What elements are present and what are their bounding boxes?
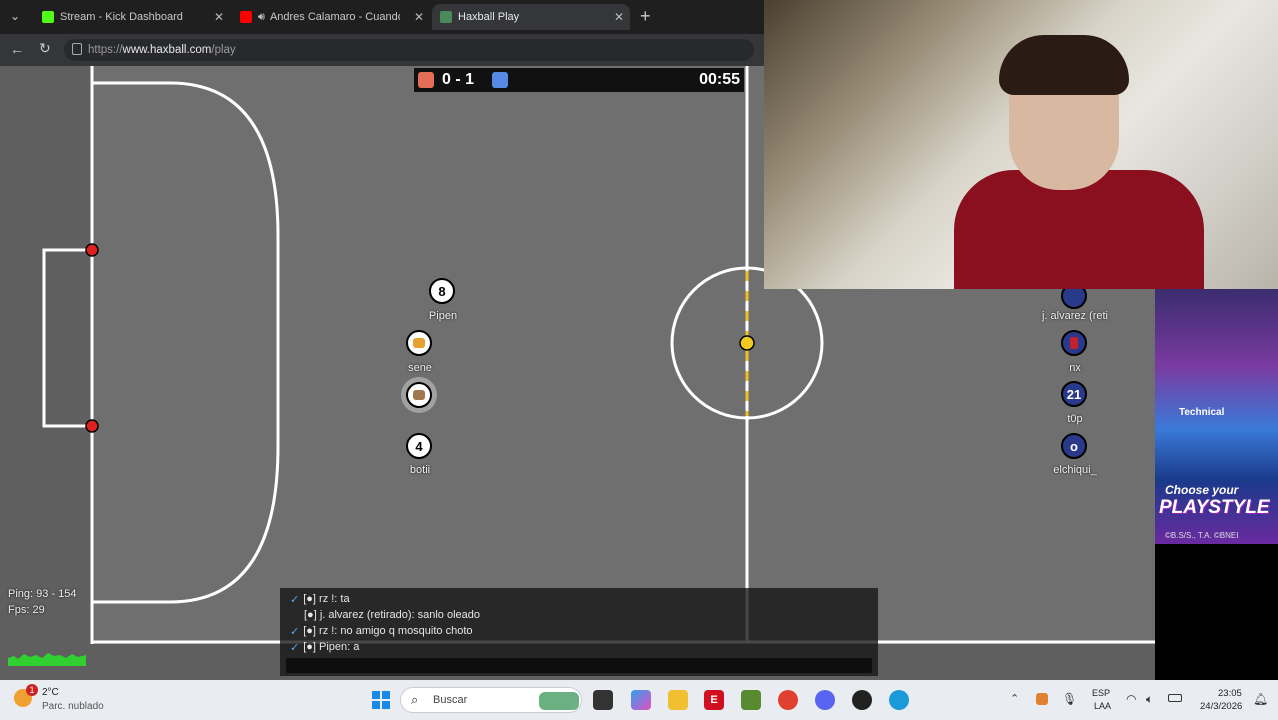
emoji-avatar-icon	[413, 338, 425, 348]
chat-message: ✓ [●] rz !: no amigo q mosquito choto	[290, 625, 473, 638]
player-name: elchiqui_	[1053, 464, 1097, 476]
player-disc: 4	[406, 433, 432, 459]
task-view-icon[interactable]	[593, 690, 613, 710]
ad-headline-2: PLAYSTYLE	[1159, 497, 1270, 518]
ping-readout: Ping: 93 - 154	[8, 588, 77, 600]
youtube-icon	[240, 11, 252, 23]
volume-icon[interactable]: 🔈︎	[1146, 692, 1153, 707]
player-disc: 21	[1061, 381, 1087, 407]
check-icon: ✓	[290, 625, 300, 638]
player-disc: o	[1061, 433, 1087, 459]
fps-readout: Fps: 29	[8, 604, 45, 616]
kick-icon	[42, 11, 54, 23]
weather-badge: 1	[26, 684, 38, 696]
browser-tab-strip: ⌄ Stream - Kick Dashboard ✕ 🔊︎ Andres Ca…	[0, 0, 764, 34]
check-icon: ✓	[290, 641, 300, 654]
reload-icon[interactable]: ↻	[39, 40, 51, 57]
fps-graph	[8, 653, 86, 666]
tray-chevron-icon[interactable]: ⌃	[1010, 692, 1019, 705]
weather-temp[interactable]: 2°C	[42, 687, 59, 698]
windows-taskbar: 1 2°C Parc. nublado ⌕ Buscar E ⌃ 🎙︎ ESP …	[0, 680, 1278, 720]
chat-message: [●] j. alvarez (retirado): sanlo oleado	[304, 609, 481, 621]
player-name: Pipen	[428, 310, 458, 322]
tray-app-icon[interactable]	[1036, 693, 1048, 705]
url-path: /play	[211, 44, 236, 56]
close-icon[interactable]: ✕	[414, 10, 424, 24]
player-disc	[1061, 330, 1087, 356]
player-name: nx	[1069, 362, 1081, 374]
chat-panel: ✓ [●] rz !: ta [●] j. alvarez (retirado):…	[280, 588, 878, 676]
scoreboard: 0 - 1 00:55	[414, 68, 744, 92]
person-hair	[999, 35, 1129, 95]
url-prefix: https://	[88, 44, 123, 56]
chat-message: ✓ [●] rz !: ta	[290, 593, 350, 606]
weather-desc[interactable]: Parc. nublado	[42, 701, 104, 712]
clock-date[interactable]: 24/3/2026	[1200, 701, 1242, 712]
player-name: t0p	[1067, 413, 1083, 425]
close-icon[interactable]: ✕	[614, 10, 624, 24]
close-icon[interactable]: ✕	[214, 10, 224, 24]
ad-banner[interactable]: Technical Choose your PLAYSTYLE ©B.S/S.,…	[1155, 289, 1278, 544]
discord-icon[interactable]	[815, 690, 835, 710]
new-tab-icon[interactable]: +	[640, 6, 651, 27]
haxball-icon	[440, 11, 452, 23]
speaker-icon[interactable]: 🔊︎	[258, 11, 265, 24]
check-icon: ✓	[290, 593, 300, 606]
player-name: j. alvarez (reti	[1041, 310, 1109, 322]
url-field[interactable]: https://www.haxball.com/play	[64, 39, 754, 61]
chrome-icon[interactable]	[778, 690, 798, 710]
player-name: sene	[408, 362, 432, 374]
obs-icon[interactable]	[852, 690, 872, 710]
tab-label: Stream - Kick Dashboard	[60, 11, 183, 23]
battery-icon[interactable]	[1168, 694, 1182, 702]
microphone-icon[interactable]: 🎙︎	[1062, 692, 1077, 706]
ad-headline-1: Choose your	[1165, 483, 1239, 497]
ad-black-area	[1155, 544, 1278, 680]
search-icon: ⌕	[411, 692, 419, 707]
ad-credit: ©B.S/S., T.A. ©BNEI	[1165, 531, 1239, 540]
copilot-icon[interactable]	[631, 690, 651, 710]
site-info-icon[interactable]	[72, 43, 82, 55]
back-arrow-icon[interactable]: ←	[10, 41, 24, 57]
lang-1[interactable]: ESP	[1092, 688, 1110, 698]
lang-2[interactable]: LAA	[1094, 701, 1111, 711]
tab-search-chevron-icon[interactable]: ⌄	[10, 9, 20, 23]
blue-team-indicator	[492, 72, 508, 88]
file-explorer-icon[interactable]	[668, 690, 688, 710]
emoji-avatar-icon	[413, 390, 425, 400]
wifi-icon[interactable]: ◠	[1126, 692, 1136, 706]
edge-icon[interactable]	[889, 690, 909, 710]
webcam-overlay	[764, 0, 1278, 289]
score: 0 - 1	[442, 71, 475, 88]
player-disc	[406, 330, 432, 356]
espn-icon[interactable]: E	[704, 690, 724, 710]
player-disc-self	[406, 382, 432, 408]
tab-kick-dashboard[interactable]: Stream - Kick Dashboard ✕	[34, 4, 230, 30]
search-highlight-icon	[539, 692, 579, 710]
url-domain: www.haxball.com	[122, 44, 212, 56]
chat-message: ✓ [●] Pipen: a	[290, 641, 360, 654]
tab-haxball[interactable]: Haxball Play ✕	[432, 4, 630, 30]
ad-tag: Technical	[1179, 407, 1225, 418]
tab-label: Andres Calamaro - Cuando te	[269, 11, 400, 23]
tab-youtube[interactable]: 🔊︎ Andres Calamaro - Cuando te ✕	[232, 4, 430, 30]
minecraft-icon[interactable]	[741, 690, 761, 710]
player-disc: 8	[429, 278, 455, 304]
taskbar-search[interactable]: ⌕ Buscar	[400, 687, 582, 713]
match-timer: 00:55	[699, 71, 740, 88]
tab-label: Haxball Play	[458, 11, 520, 23]
clock-time[interactable]: 23:05	[1218, 688, 1242, 699]
windows-start-icon[interactable]	[372, 691, 390, 709]
crest-avatar-icon	[1070, 337, 1078, 349]
address-bar-row: ← ↻ https://www.haxball.com/play	[0, 34, 764, 66]
search-label: Buscar	[433, 694, 468, 706]
red-team-indicator	[418, 72, 434, 88]
player-name: botii	[409, 464, 431, 476]
notification-bell-icon[interactable]: 🔔︎	[1253, 692, 1268, 706]
chat-input[interactable]	[286, 658, 872, 673]
